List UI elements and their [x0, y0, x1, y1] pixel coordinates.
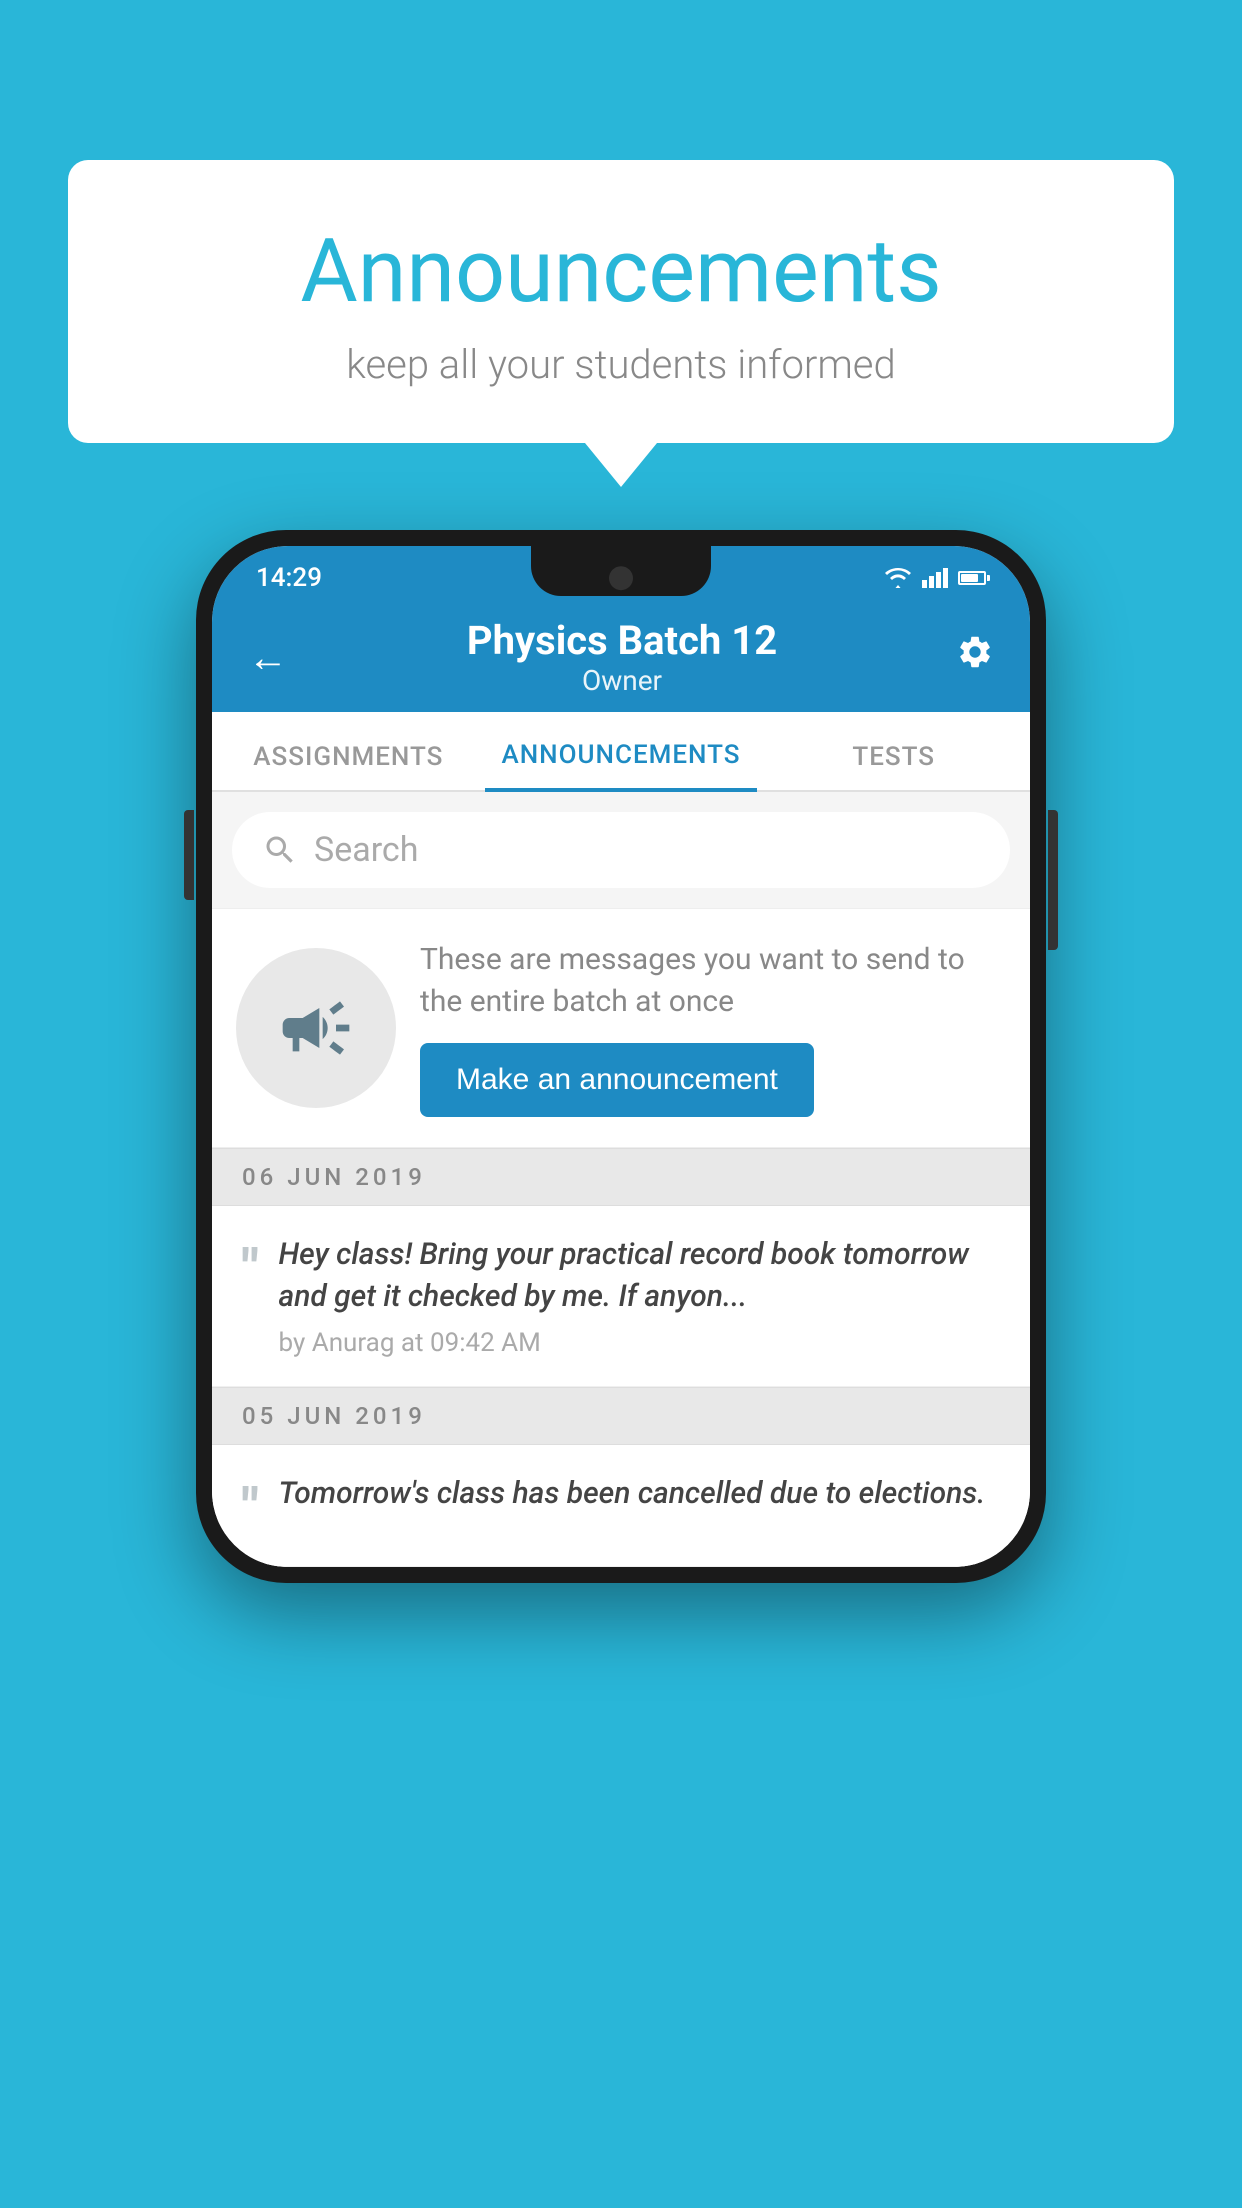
screen: 14:29	[212, 546, 1030, 1567]
app-bar-subtitle: Owner	[288, 664, 956, 697]
make-announcement-button[interactable]: Make an announcement	[420, 1043, 814, 1117]
status-icons	[884, 567, 986, 589]
tab-tests[interactable]: TESTS	[757, 742, 1030, 790]
tab-assignments[interactable]: ASSIGNMENTS	[212, 742, 485, 790]
back-button[interactable]: ←	[248, 634, 288, 681]
announcement-icon-circle	[236, 948, 396, 1108]
settings-icon[interactable]	[956, 633, 994, 681]
app-bar: ← Physics Batch 12 Owner	[212, 602, 1030, 712]
speech-bubble-title: Announcements	[108, 220, 1134, 323]
signal-icon	[922, 568, 948, 588]
wifi-icon	[884, 567, 912, 589]
message-meta-1: by Anurag at 09:42 AM	[279, 1328, 1000, 1358]
quote-icon-1: "	[242, 1238, 259, 1299]
search-icon	[262, 832, 298, 868]
message-item-2[interactable]: " Tomorrow's class has been cancelled du…	[212, 1445, 1030, 1567]
quote-icon-2: "	[242, 1477, 259, 1538]
message-content-2: Tomorrow's class has been cancelled due …	[279, 1473, 1000, 1525]
phone-outer: 14:29	[196, 530, 1046, 1583]
announcement-banner: These are messages you want to send to t…	[212, 908, 1030, 1148]
announcement-text-container: These are messages you want to send to t…	[420, 939, 1006, 1117]
status-time: 14:29	[256, 563, 322, 593]
message-text-2: Tomorrow's class has been cancelled due …	[279, 1473, 1000, 1515]
message-content-1: Hey class! Bring your practical record b…	[279, 1234, 1000, 1358]
search-placeholder: Search	[314, 830, 418, 870]
message-item-1[interactable]: " Hey class! Bring your practical record…	[212, 1206, 1030, 1387]
tabs-container: ASSIGNMENTS ANNOUNCEMENTS TESTS	[212, 712, 1030, 792]
front-camera	[609, 566, 633, 590]
date-separator-2: 05 JUN 2019	[212, 1387, 1030, 1445]
speech-bubble-subtitle: keep all your students informed	[108, 341, 1134, 388]
speech-bubble-container: Announcements keep all your students inf…	[68, 160, 1174, 443]
notch	[531, 546, 711, 596]
content-area: Search These are messages you want to se…	[212, 812, 1030, 1567]
announcement-description: These are messages you want to send to t…	[420, 939, 1006, 1023]
battery-icon	[958, 571, 986, 585]
app-bar-title: Physics Batch 12	[288, 617, 956, 664]
date-separator-1: 06 JUN 2019	[212, 1148, 1030, 1206]
message-text-1: Hey class! Bring your practical record b…	[279, 1234, 1000, 1318]
phone-mockup: 14:29	[196, 530, 1046, 1583]
speech-bubble: Announcements keep all your students inf…	[68, 160, 1174, 443]
tab-announcements[interactable]: ANNOUNCEMENTS	[485, 740, 758, 792]
phone-inner: 14:29	[212, 546, 1030, 1567]
app-bar-title-container: Physics Batch 12 Owner	[288, 617, 956, 697]
search-bar[interactable]: Search	[232, 812, 1010, 888]
megaphone-icon	[276, 988, 356, 1068]
